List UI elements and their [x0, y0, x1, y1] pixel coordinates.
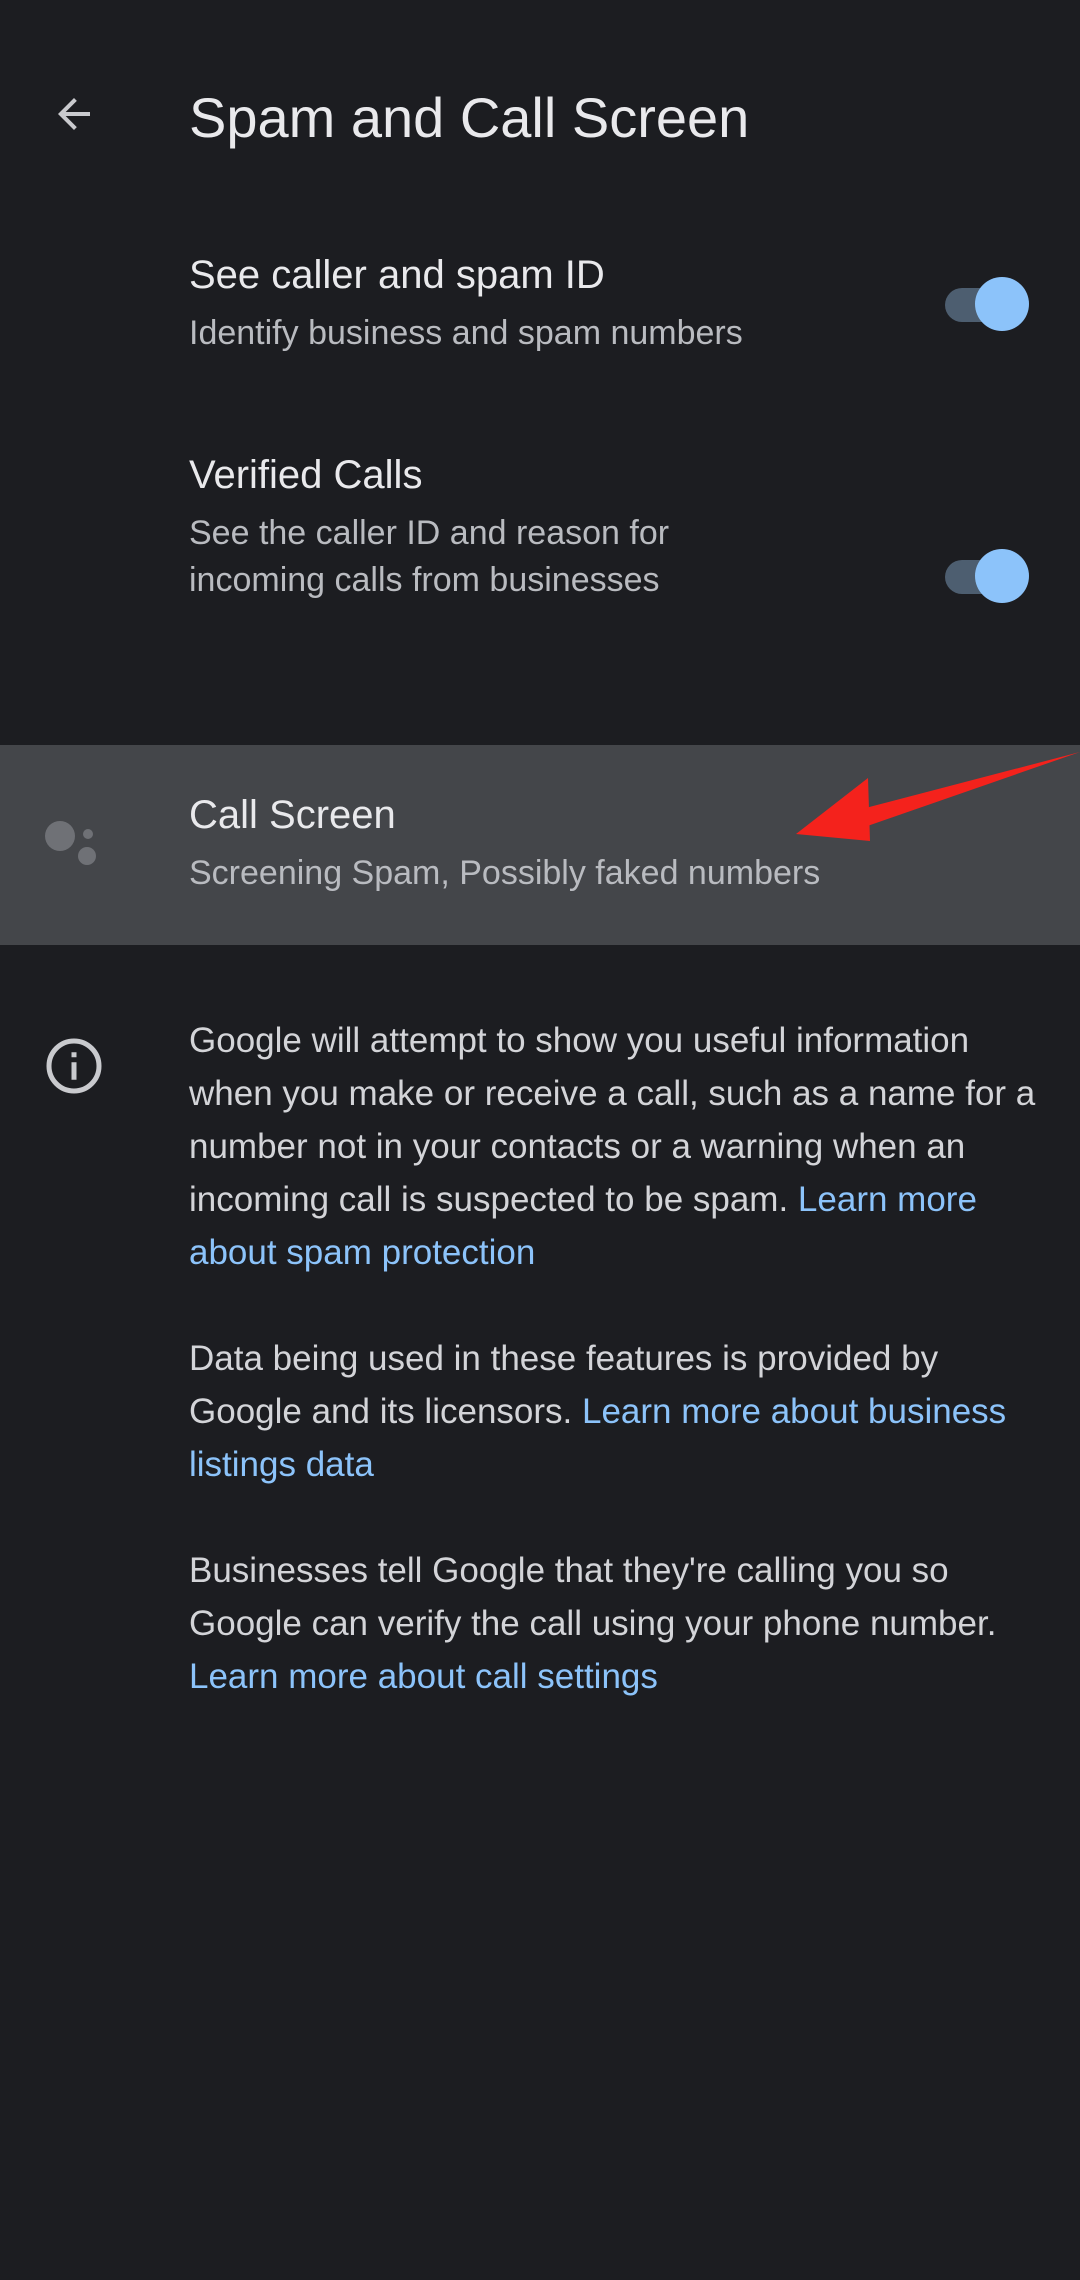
- learn-more-call-settings-link[interactable]: Learn more about call settings: [189, 1657, 658, 1696]
- setting-row-verified-calls[interactable]: Verified Calls See the caller ID and rea…: [0, 440, 1080, 620]
- setting-title: See caller and spam ID: [189, 253, 605, 297]
- arrow-back-icon: [58, 98, 90, 130]
- setting-row-caller-spam-id[interactable]: See caller and spam ID Identify business…: [0, 240, 1080, 390]
- setting-row-call-screen[interactable]: Call Screen Screening Spam, Possibly fak…: [0, 745, 1080, 945]
- info-text: Businesses tell Google that they're call…: [189, 1551, 997, 1643]
- setting-title: Verified Calls: [189, 453, 423, 497]
- setting-subtitle: Identify business and spam numbers: [189, 314, 743, 352]
- setting-title: Call Screen: [189, 793, 396, 837]
- back-button[interactable]: [38, 78, 110, 150]
- info-paragraph-data: Data being used in these features is pro…: [189, 1332, 1049, 1491]
- toggle-thumb: [975, 277, 1029, 331]
- app-bar: Spam and Call Screen: [0, 0, 1080, 240]
- info-paragraph-spam: Google will attempt to show you useful i…: [189, 1014, 1049, 1279]
- toggle-thumb: [975, 549, 1029, 603]
- setting-subtitle: Screening Spam, Possibly faked numbers: [189, 854, 821, 892]
- caller-spam-id-toggle[interactable]: [945, 272, 1029, 336]
- page-title: Spam and Call Screen: [189, 86, 750, 149]
- info-icon: [46, 1038, 102, 1094]
- info-paragraph-verified: Businesses tell Google that they're call…: [189, 1544, 1049, 1703]
- setting-subtitle: See the caller ID and reason for incomin…: [189, 514, 670, 599]
- verified-calls-toggle[interactable]: [945, 544, 1029, 608]
- google-assistant-icon: [45, 821, 96, 865]
